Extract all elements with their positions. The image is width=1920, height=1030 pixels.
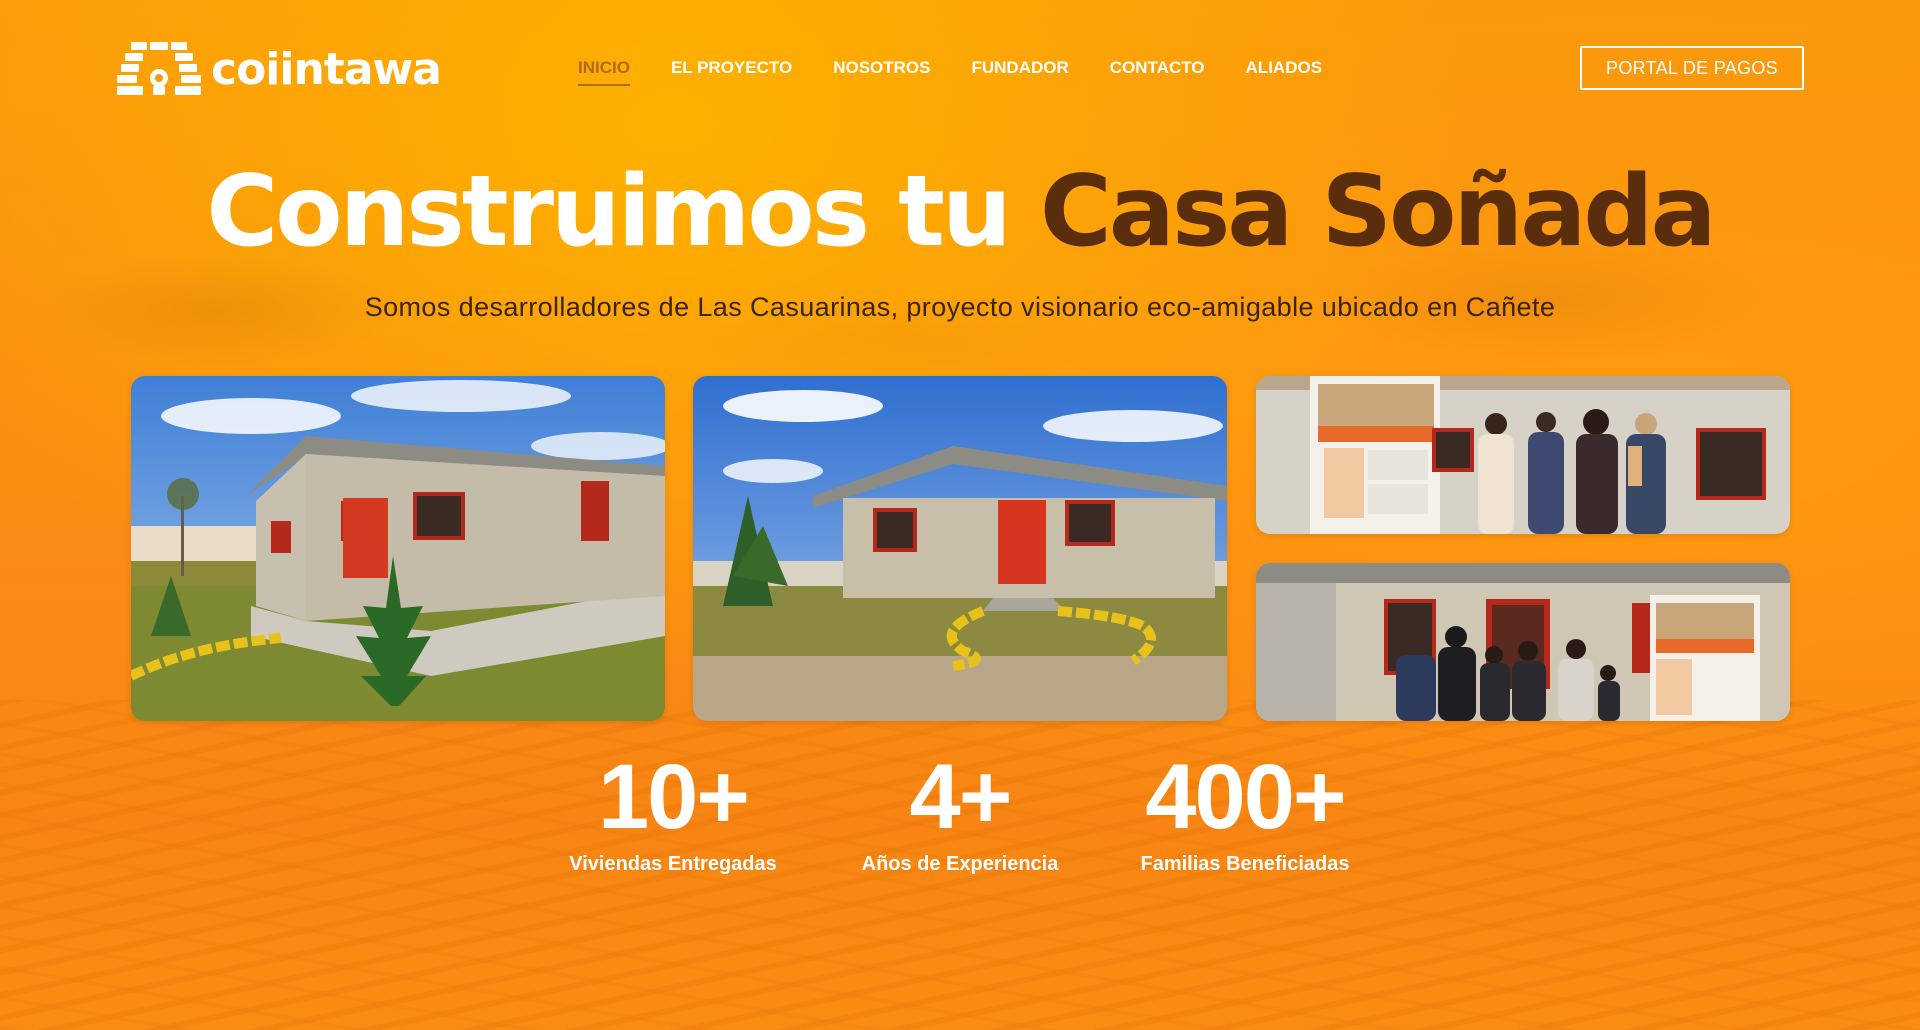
nav-item-fundador[interactable]: FUNDADOR: [971, 58, 1068, 86]
stat-viviendas: 10+ Viviendas Entregadas: [553, 745, 793, 876]
stat-familias: 400+ Familias Beneficiadas: [1125, 745, 1365, 876]
stat-value: 4+: [909, 746, 1013, 848]
nav-item-aliados[interactable]: ALIADOS: [1246, 58, 1323, 86]
stat-label: Familias Beneficiadas: [1140, 853, 1350, 875]
portal-de-pagos-button[interactable]: PORTAL DE PAGOS: [1580, 46, 1804, 90]
stat-anos: 4+ Años de Experiencia: [840, 745, 1080, 876]
brand-logo[interactable]: coiintawa: [117, 42, 442, 96]
house-photo-2: [693, 376, 1227, 721]
hero-title: Construimos tu Casa Soñada: [0, 152, 1920, 272]
hero-title-part2: Casa Soñada: [1039, 155, 1717, 269]
brand-name: coiintawa: [211, 43, 442, 95]
stat-value: 10+: [597, 746, 750, 848]
stat-value: 400+: [1145, 746, 1346, 848]
nav-item-contacto[interactable]: CONTACTO: [1110, 58, 1205, 86]
house-photo-1: [131, 376, 665, 721]
main-nav: INICIO EL PROYECTO NOSOTROS FUNDADOR CON…: [578, 58, 1363, 86]
hero-subtitle: Somos desarrolladores de Las Casuarinas,…: [364, 292, 1556, 322]
hero-title-part1: Construimos tu: [206, 155, 1040, 269]
site-header: coiintawa INICIO EL PROYECTO NOSOTROS FU…: [0, 0, 1920, 140]
stat-label: Viviendas Entregadas: [569, 853, 777, 875]
nav-item-el-proyecto[interactable]: EL PROYECTO: [671, 58, 792, 86]
nav-item-nosotros[interactable]: NOSOTROS: [833, 58, 930, 86]
brick-house-icon: [117, 42, 201, 96]
family-photo-1: [1256, 376, 1790, 534]
nav-item-inicio[interactable]: INICIO: [578, 58, 630, 86]
stat-label: Años de Experiencia: [861, 853, 1059, 875]
family-photo-2: [1256, 563, 1790, 721]
